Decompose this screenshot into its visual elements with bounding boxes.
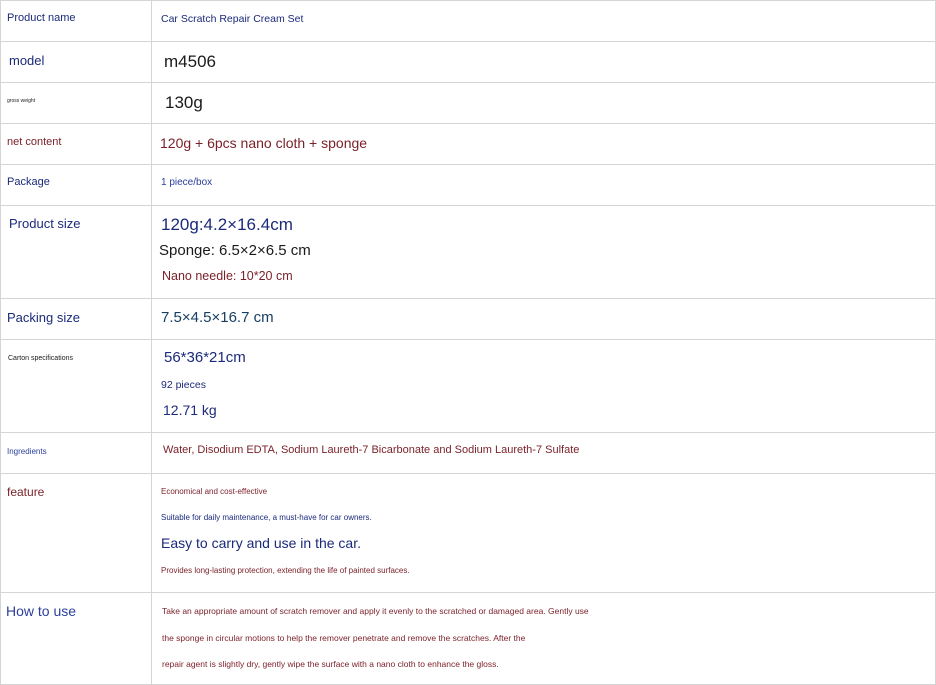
row-value: 1 piece/box: [161, 177, 213, 188]
value-cell: Water, Disodium EDTA, Sodium Laureth-7 B…: [151, 432, 936, 474]
row-label: How to use: [6, 603, 77, 619]
row-value: Provides long-lasting protection, extend…: [161, 566, 410, 575]
table-row-carton-specifications: Carton specifications 56*36*21cm 92 piec…: [0, 339, 936, 433]
row-value: 120g:4.2×16.4cm: [161, 215, 293, 234]
table-row-packing-size: Packing size 7.5×4.5×16.7 cm: [0, 298, 936, 340]
value-cell: 120g:4.2×16.4cm Sponge: 6.5×2×6.5 cm Nan…: [151, 205, 936, 299]
table-row-product-size: Product size 120g:4.2×16.4cm Sponge: 6.5…: [0, 205, 936, 299]
table-row-model: model m4506: [0, 41, 936, 83]
table-row-how-to-use: How to use Take an appropriate amount of…: [0, 592, 936, 685]
row-value: repair agent is slightly dry, gently wip…: [162, 659, 499, 669]
row-value: Suitable for daily maintenance, a must-h…: [161, 513, 372, 522]
row-value: 7.5×4.5×16.7 cm: [161, 309, 274, 326]
row-value: Easy to carry and use in the car.: [161, 535, 361, 551]
row-value: Car Scratch Repair Cream Set: [161, 13, 304, 25]
value-cell: m4506: [151, 41, 936, 83]
table-row-package: Package 1 piece/box: [0, 164, 936, 206]
spec-sheet: Product name Car Scratch Repair Cream Se…: [0, 0, 936, 685]
row-label: Product name: [7, 12, 76, 24]
row-value: Water, Disodium EDTA, Sodium Laureth-7 B…: [163, 444, 580, 456]
row-value: 92 pieces: [161, 379, 206, 391]
value-cell: 7.5×4.5×16.7 cm: [151, 298, 936, 340]
row-label: Product size: [9, 216, 81, 231]
table-row-product-name: Product name Car Scratch Repair Cream Se…: [0, 0, 936, 42]
row-value: Nano needle: 10*20 cm: [162, 269, 293, 283]
row-label: Package: [7, 176, 50, 188]
value-cell: 130g: [151, 82, 936, 124]
label-cell: gross weight: [0, 82, 152, 124]
row-label: Packing size: [7, 310, 80, 325]
row-value: the sponge in circular motions to help t…: [162, 633, 526, 643]
label-cell: Package: [0, 164, 152, 206]
label-cell: How to use: [0, 592, 152, 685]
label-cell: Ingredients: [0, 432, 152, 474]
value-cell: Economical and cost-effective Suitable f…: [151, 473, 936, 593]
value-cell: 1 piece/box: [151, 164, 936, 206]
row-value: Sponge: 6.5×2×6.5 cm: [159, 242, 311, 259]
table-row-feature: feature Economical and cost-effective Su…: [0, 473, 936, 593]
value-cell: Take an appropriate amount of scratch re…: [151, 592, 936, 685]
row-value: 12.71 kg: [163, 402, 217, 418]
row-label: model: [9, 53, 45, 68]
row-value: 130g: [165, 93, 203, 112]
label-cell: model: [0, 41, 152, 83]
row-value: m4506: [164, 52, 216, 71]
value-cell: 120g + 6pcs nano cloth + sponge: [151, 123, 936, 165]
label-cell: Product name: [0, 0, 152, 42]
table-row-net-content: net content 120g + 6pcs nano cloth + spo…: [0, 123, 936, 165]
row-value: 56*36*21cm: [164, 349, 246, 366]
spec-table: Product name Car Scratch Repair Cream Se…: [0, 0, 936, 685]
label-cell: Packing size: [0, 298, 152, 340]
row-label: net content: [7, 136, 62, 148]
row-value: Economical and cost-effective: [161, 487, 268, 496]
row-label: gross weight: [7, 98, 36, 104]
value-cell: Car Scratch Repair Cream Set: [151, 0, 936, 42]
label-cell: net content: [0, 123, 152, 165]
row-label: Carton specifications: [8, 355, 73, 362]
label-cell: feature: [0, 473, 152, 593]
table-row-gross-weight: gross weight 130g: [0, 82, 936, 124]
value-cell: 56*36*21cm 92 pieces 12.71 kg: [151, 339, 936, 433]
row-value: 120g + 6pcs nano cloth + sponge: [160, 135, 368, 151]
row-value: Take an appropriate amount of scratch re…: [162, 606, 589, 616]
label-cell: Product size: [0, 205, 152, 299]
label-cell: Carton specifications: [0, 339, 152, 433]
table-row-ingredients: Ingredients Water, Disodium EDTA, Sodium…: [0, 432, 936, 474]
row-label: feature: [7, 485, 45, 499]
row-label: Ingredients: [7, 447, 47, 456]
